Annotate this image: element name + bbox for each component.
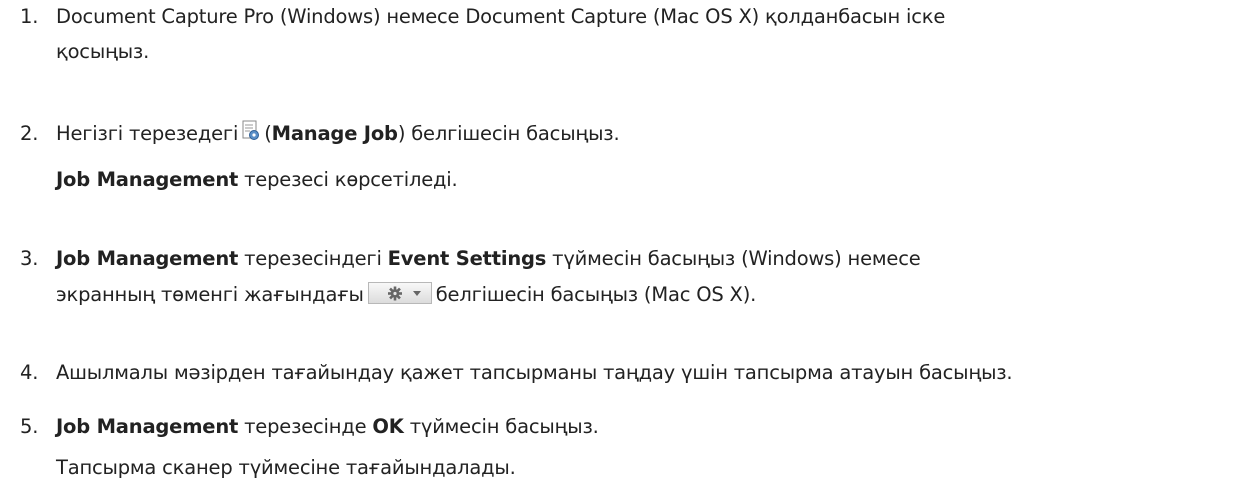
ui-term: Job Management [56,247,239,270]
step-text-part: белгішесін басыңыз (Mac OS X). [435,283,757,306]
step-text: Document Capture Pro (Windows) немесе Do… [56,5,946,28]
step-text-part: Негізгі терезедегі [56,122,239,145]
step-text: Негізгі терезедегі (Manage Job) белгішес… [56,120,620,148]
step-number: 4. [20,361,39,384]
manage-job-icon [242,120,260,142]
step-number: 2. [20,122,39,145]
step-result: Тапсырма сканер түймесіне тағайындалады. [56,456,516,479]
step-text: экранның төменгі жағындағы белгішесін ба… [56,281,756,309]
step-text-part: терезесі көрсетіледі. [238,168,458,191]
step-text: қосыңыз. [56,40,150,63]
step-text-part: терезесіндегі [238,247,388,270]
gear-dropdown-icon [367,282,432,304]
ui-term: Job Management [56,415,239,438]
step-number: 5. [20,415,39,438]
step-text-part: терезесінде [238,415,373,438]
step-text-part: ) белгішесін басыңыз. [397,122,620,145]
step-text-part: экранның төменгі жағындағы [56,283,364,306]
instruction-steps: 1. Document Capture Pro (Windows) немесе… [0,0,1258,490]
step-result: Job Management терезесі көрсетіледі. [56,166,458,194]
step-number: 1. [20,5,39,28]
ui-term: Job Management [56,168,239,191]
ui-term: OK [372,415,404,438]
step-text: Job Management терезесіндегі Event Setti… [56,245,921,273]
step-number: 3. [20,247,39,270]
step-text: Job Management терезесінде OK түймесін б… [56,413,599,441]
step-text-part: түймесін басыңыз (Windows) немесе [546,247,921,270]
ui-term: Manage Job [271,122,398,145]
step-text-part: түймесін басыңыз. [403,415,599,438]
ui-term: Event Settings [387,247,547,270]
step-text: Ашылмалы мәзірден тағайындау қажет тапсы… [56,361,1013,384]
step-text-part: ( [264,122,272,145]
